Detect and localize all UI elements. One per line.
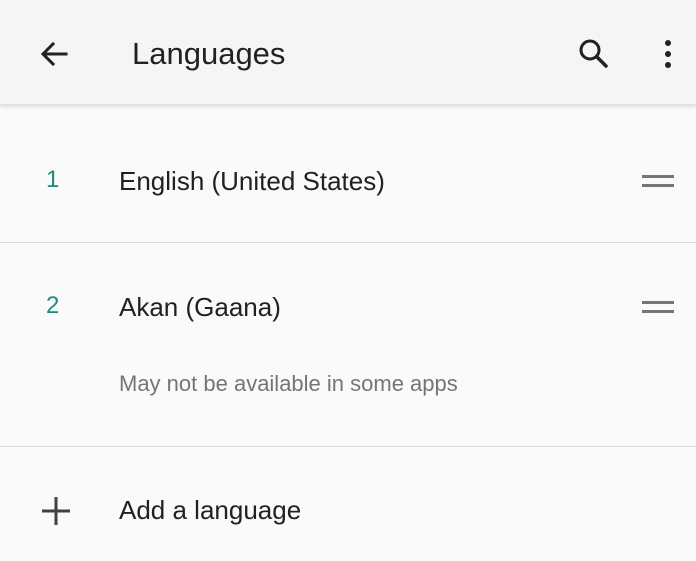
back-button[interactable] <box>36 36 72 72</box>
language-rank: 2 <box>46 292 60 319</box>
add-language-label: Add a language <box>119 495 302 525</box>
drag-handle[interactable] <box>642 174 674 188</box>
language-rank: 1 <box>46 166 60 193</box>
language-note: May not be available in some apps <box>119 371 458 396</box>
plus-icon <box>42 497 70 525</box>
page-title: Languages <box>132 36 286 71</box>
more-vert-icon <box>665 40 671 68</box>
app-bar: Languages <box>0 0 696 105</box>
drag-handle-icon <box>642 175 674 187</box>
language-name: Akan (Gaana) <box>119 292 281 322</box>
drag-handle-icon <box>642 301 674 313</box>
language-item-akan[interactable]: 2 Akan (Gaana) May not be available in s… <box>0 243 696 447</box>
language-name: English (United States) <box>119 166 385 196</box>
more-options-button[interactable] <box>650 36 686 72</box>
language-item-english[interactable]: 1 English (United States) <box>0 104 696 243</box>
language-list: 1 English (United States) 2 Akan (Gaana)… <box>0 104 696 561</box>
add-language-button[interactable]: Add a language <box>0 447 696 561</box>
search-icon <box>579 39 608 68</box>
drag-handle[interactable] <box>642 300 674 314</box>
search-button[interactable] <box>576 36 612 72</box>
arrow-back-icon <box>40 41 68 67</box>
